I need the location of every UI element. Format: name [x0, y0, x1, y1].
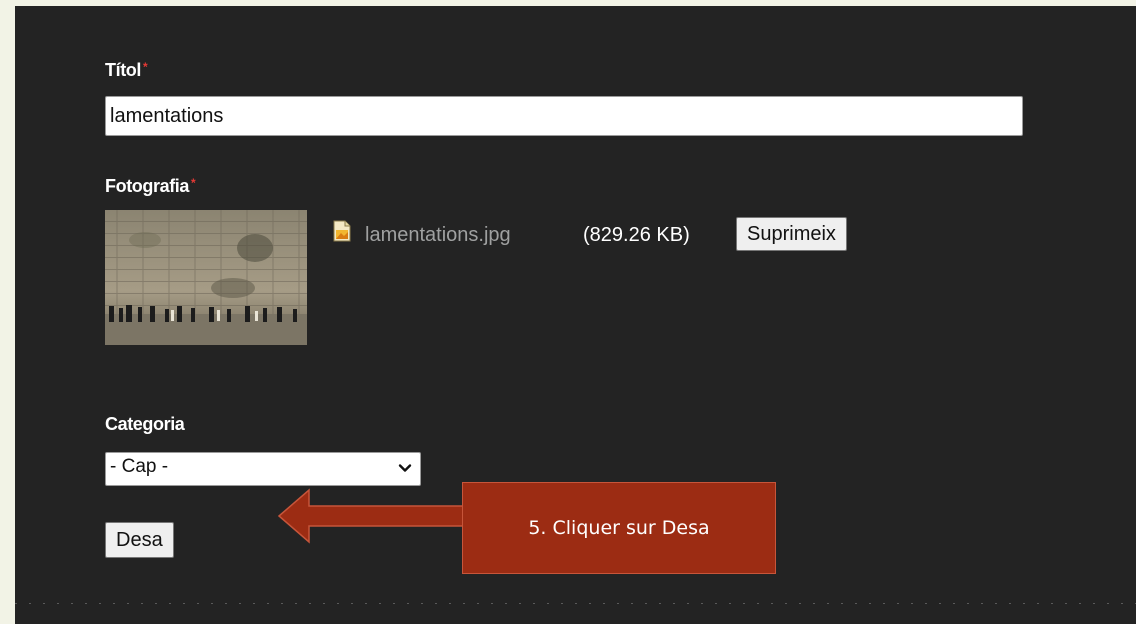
callout-text: 5. Cliquer sur Desa	[528, 517, 710, 539]
image-file-icon	[333, 220, 351, 242]
form-panel: Títol* Fotografia*	[15, 6, 1136, 624]
category-selected-value: - Cap -	[110, 456, 169, 477]
title-required-mark: *	[143, 60, 148, 74]
category-select[interactable]: - Cap -	[105, 452, 421, 486]
delete-file-button[interactable]: Suprimeix	[736, 217, 847, 251]
instruction-callout: 5. Cliquer sur Desa	[462, 482, 776, 574]
title-label-text: Títol	[105, 60, 141, 80]
photo-label-text: Fotografia	[105, 176, 189, 196]
photo-thumbnail	[105, 210, 307, 345]
category-label: Categoria	[105, 414, 185, 435]
left-arrow-icon	[277, 488, 464, 544]
file-size: (829.26 KB)	[583, 224, 690, 246]
category-label-text: Categoria	[105, 414, 185, 434]
wall-photo-image	[105, 210, 307, 345]
save-button[interactable]: Desa	[105, 522, 174, 558]
file-link[interactable]: lamentations.jpg	[365, 224, 511, 247]
photo-label: Fotografia *	[105, 176, 196, 197]
title-input[interactable]	[105, 96, 1023, 136]
photo-required-mark: *	[191, 176, 196, 190]
chevron-down-icon	[398, 464, 412, 472]
title-label: Títol *	[105, 60, 148, 81]
panel-dotted-edge	[15, 603, 1136, 604]
